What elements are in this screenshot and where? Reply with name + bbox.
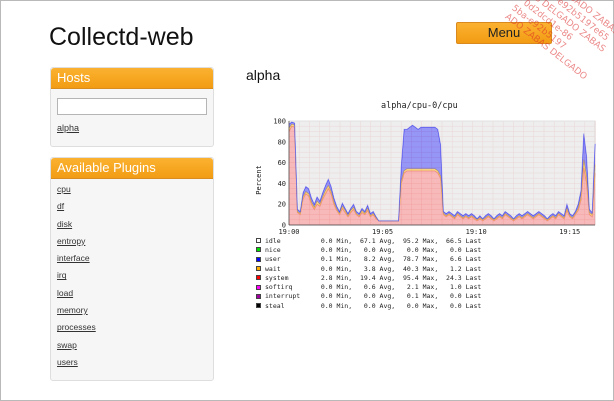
plugin-link-irq[interactable]: irq xyxy=(57,270,96,287)
plugins-panel-title: Available Plugins xyxy=(51,158,213,179)
legend-row-idle: idle 0.0 Min, 67.1 Avg, 95.2 Max, 66.5 L… xyxy=(256,236,481,245)
legend-swatch xyxy=(256,275,261,281)
y-tick-label: 40 xyxy=(278,180,286,188)
plugin-link-disk[interactable]: disk xyxy=(57,219,96,236)
legend-stats: 2.8 Min, 19.4 Avg, 95.4 Max, 24.3 Last xyxy=(313,273,482,282)
plugin-link-users[interactable]: users xyxy=(57,357,96,374)
host-search-input[interactable] xyxy=(57,98,207,115)
legend-row-interrupt: interrupt 0.0 Min, 0.0 Avg, 0.1 Max, 0.0… xyxy=(256,292,481,301)
legend-row-system: system 2.8 Min, 19.4 Avg, 95.4 Max, 24.3… xyxy=(256,273,481,282)
plugin-link-df[interactable]: df xyxy=(57,201,96,218)
legend-stats: 0.0 Min, 0.0 Avg, 0.0 Max, 0.0 Last xyxy=(313,245,482,254)
x-tick-label: 19:05 xyxy=(372,228,393,236)
plugin-link-processes[interactable]: processes xyxy=(57,322,96,339)
legend-swatch xyxy=(256,303,261,309)
plugin-link-entropy[interactable]: entropy xyxy=(57,236,96,253)
menu-button[interactable]: Menu xyxy=(456,22,552,44)
plugin-list: cpu df disk entropy interface irq load m… xyxy=(57,184,96,374)
host-link-alpha[interactable]: alpha xyxy=(57,123,79,133)
legend-swatch xyxy=(256,293,261,299)
app-title: Collectd-web xyxy=(49,23,194,51)
legend-name: system xyxy=(265,273,289,282)
plugin-link-interface[interactable]: interface xyxy=(57,253,96,270)
hosts-panel-title: Hosts xyxy=(51,68,213,89)
y-tick-label: 60 xyxy=(278,159,286,167)
legend-name: softirq xyxy=(265,283,293,292)
plugin-link-load[interactable]: load xyxy=(57,288,96,305)
legend-name: wait xyxy=(265,264,281,273)
x-tick-label: 19:15 xyxy=(559,228,580,236)
legend-swatch xyxy=(256,247,261,253)
plugin-link-cpu[interactable]: cpu xyxy=(57,184,96,201)
x-tick-label: 19:10 xyxy=(466,228,487,236)
legend-stats: 0.0 Min, 3.8 Avg, 40.3 Max, 1.2 Last xyxy=(313,264,482,273)
legend-swatch xyxy=(256,266,261,272)
y-tick-label: 80 xyxy=(278,138,286,146)
legend-stats: 0.0 Min, 0.0 Avg, 0.0 Max, 0.0 Last xyxy=(313,301,482,310)
y-tick-label: 20 xyxy=(278,201,286,209)
legend-stats: 0.0 Min, 0.6 Avg, 2.1 Max, 1.0 Last xyxy=(313,283,482,292)
legend-row-wait: wait 0.0 Min, 3.8 Avg, 40.3 Max, 1.2 Las… xyxy=(256,264,481,273)
plugin-link-swap[interactable]: swap xyxy=(57,340,96,357)
x-tick-label: 19:00 xyxy=(278,228,299,236)
legend-name: interrupt xyxy=(265,292,301,301)
legend-name: user xyxy=(265,255,281,264)
legend-row-nice: nice 0.0 Min, 0.0 Avg, 0.0 Max, 0.0 Last xyxy=(256,245,481,254)
legend-stats: 0.0 Min, 0.0 Avg, 0.1 Max, 0.0 Last xyxy=(313,292,482,301)
legend-row-user: user 0.1 Min, 8.2 Avg, 78.7 Max, 6.6 Las… xyxy=(256,255,481,264)
legend-name: steal xyxy=(265,301,285,310)
legend-name: nice xyxy=(265,245,281,254)
graph-legend: idle 0.0 Min, 67.1 Avg, 95.2 Max, 66.5 L… xyxy=(256,236,481,310)
cpu-graph: 02040608010019:00 19:05 19:10 19:15 xyxy=(273,118,596,236)
graph-title: alpha/cpu-0/cpu xyxy=(381,101,458,111)
legend-stats: 0.1 Min, 8.2 Avg, 78.7 Max, 6.6 Last xyxy=(313,255,482,264)
legend-row-softirq: softirq 0.0 Min, 0.6 Avg, 2.1 Max, 1.0 L… xyxy=(256,282,481,291)
legend-swatch xyxy=(256,238,261,244)
plugin-link-memory[interactable]: memory xyxy=(57,305,96,322)
watermark-line: 5ba-e92b5197 xyxy=(509,3,568,52)
y-tick-label: 100 xyxy=(273,118,286,126)
legend-row-steal: steal 0.0 Min, 0.0 Avg, 0.0 Max, 0.0 Las… xyxy=(256,301,481,310)
legend-stats: 0.0 Min, 67.1 Avg, 95.2 Max, 66.5 Last xyxy=(313,236,482,245)
hosts-panel: Hosts alpha xyxy=(50,67,214,147)
legend-name: idle xyxy=(265,236,281,245)
legend-swatch xyxy=(256,256,261,262)
plugins-panel: Available Plugins cpu df disk entropy in… xyxy=(50,157,214,381)
legend-swatch xyxy=(256,284,261,290)
host-title: alpha xyxy=(246,67,281,83)
